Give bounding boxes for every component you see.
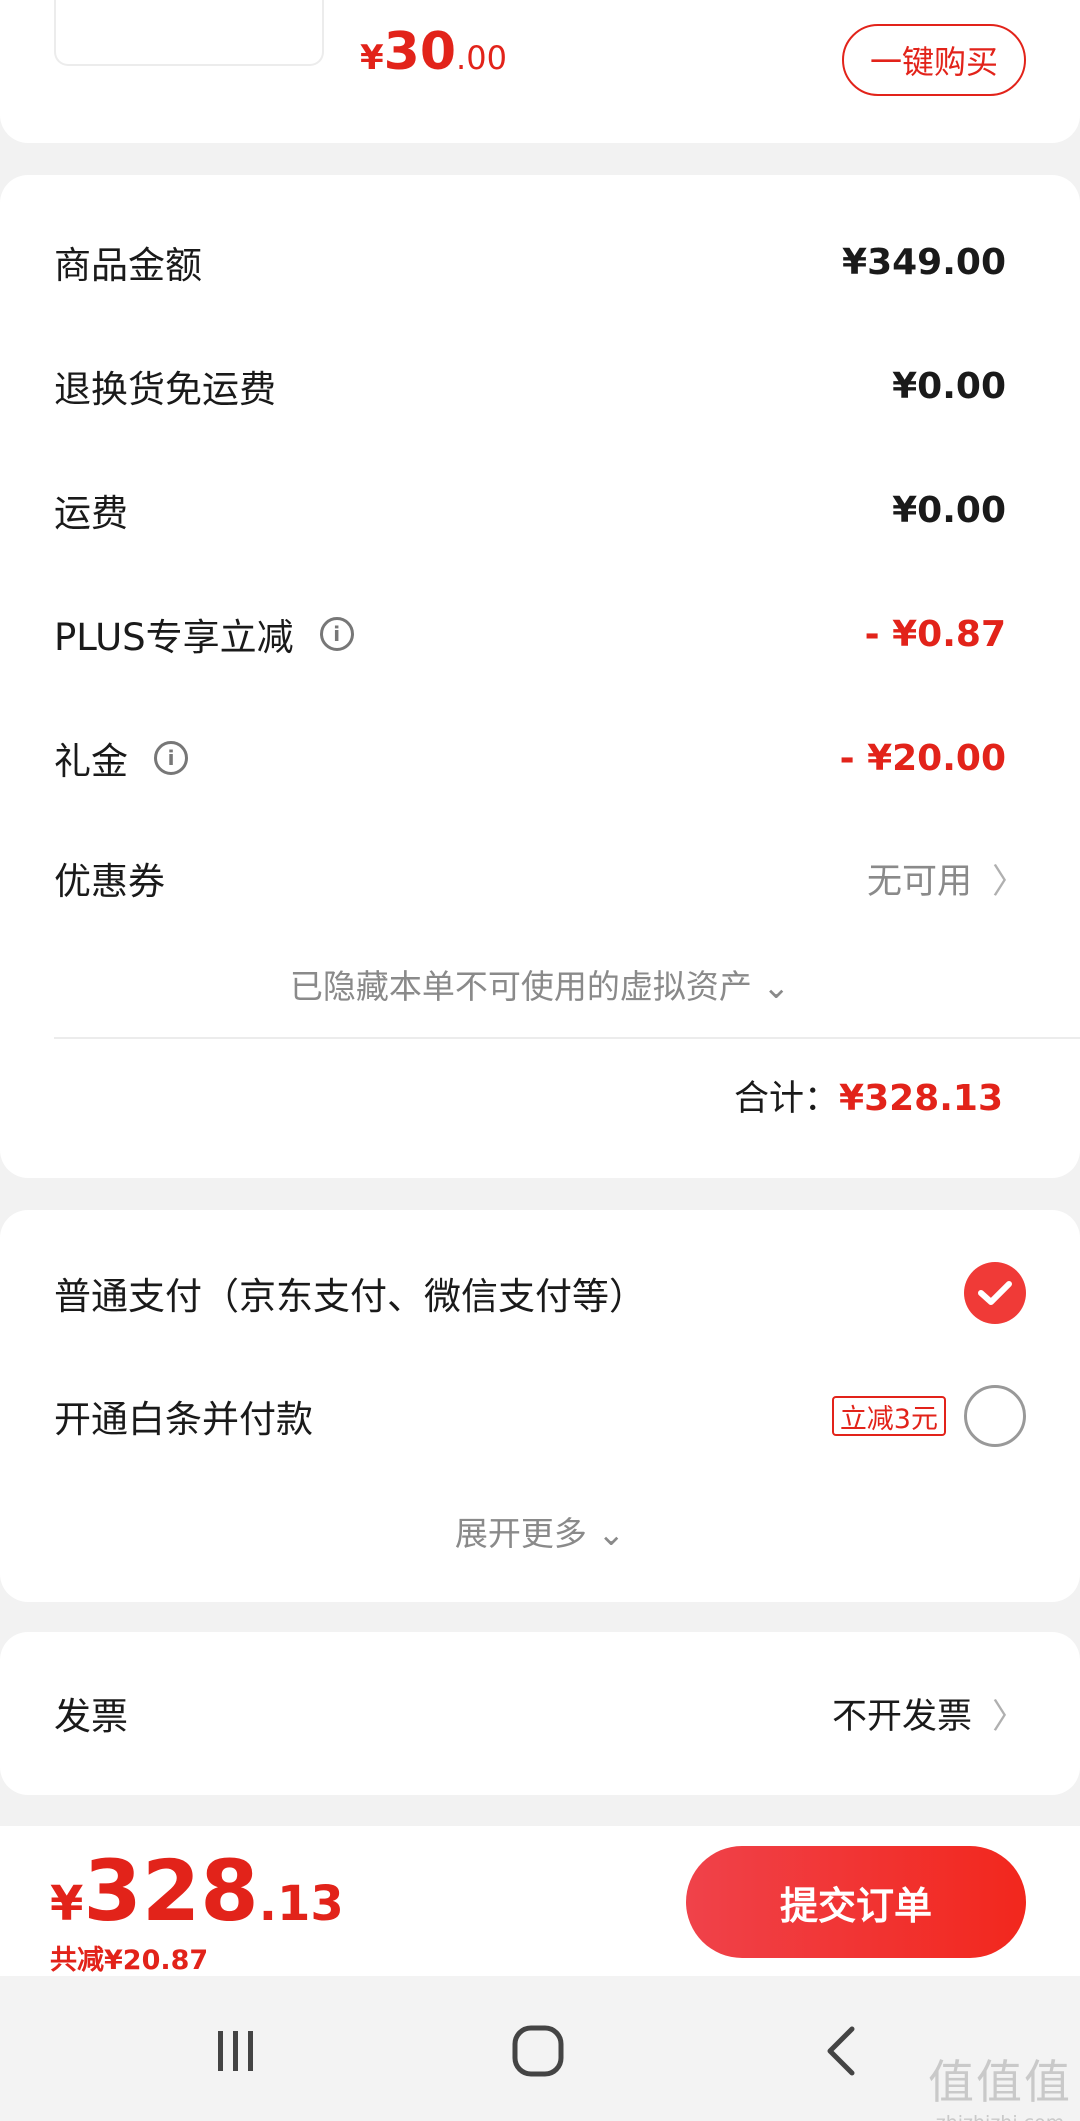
watermark-glyphs: 值值值 <box>928 2055 1072 2109</box>
system-nav-bar: 值值值 zhizhizhi.com <box>0 1976 1080 2121</box>
invoice-label: 发票 <box>54 1695 128 1738</box>
payment-option-standard[interactable]: 普通支付（京东支付、微信支付等） <box>54 1262 1026 1324</box>
total-savings: 共减¥20.87 <box>50 1945 209 1976</box>
product-price: ¥ 30 .00 <box>360 22 507 82</box>
row-value: - ¥0.87 <box>864 613 1006 655</box>
watermark-domain: zhizhizhi.com <box>928 2112 1072 2121</box>
row-value: ¥0.00 <box>892 489 1006 531</box>
total-amount: ¥328.13 <box>839 1078 1003 1119</box>
checkmark-selected-icon[interactable] <box>964 1262 1026 1324</box>
total-row: 合计： ¥328.13 <box>734 1070 1003 1121</box>
coupon-value: 无可用 〉 <box>867 853 1026 904</box>
payment-option-right: 立减3元 <box>831 1385 1026 1447</box>
invoice-status-text: 不开发票 <box>831 1696 972 1737</box>
product-card: ¥ 30 .00 一键购买 <box>0 0 1080 143</box>
coupon-label: 优惠券 <box>54 860 165 903</box>
coupon-row[interactable]: 优惠券 无可用 〉 <box>54 848 1026 908</box>
expand-more-button[interactable]: 展开更多 ⌄ <box>0 1507 1080 1555</box>
invoice-value: 不开发票 〉 <box>832 1688 1026 1739</box>
promo-badge: 立减3元 <box>831 1396 946 1436</box>
expand-more-text: 展开更多 <box>454 1514 587 1553</box>
invoice-row[interactable]: 发票 不开发票 〉 <box>54 1683 1026 1743</box>
row-label: 商品金额 <box>54 244 202 287</box>
row-label: 运费 <box>54 492 128 535</box>
price-summary-card <box>0 175 1080 1178</box>
info-icon[interactable]: i <box>319 617 354 651</box>
hidden-assets-toggle[interactable]: 已隐藏本单不可使用的虚拟资产 ⌄ <box>0 960 1080 1008</box>
hidden-assets-text: 已隐藏本单不可使用的虚拟资产 <box>289 967 752 1006</box>
submit-order-button[interactable]: 提交订单 <box>686 1846 1026 1958</box>
divider <box>54 1037 1080 1039</box>
radio-unselected-icon[interactable] <box>964 1385 1026 1447</box>
row-label: 礼金 i <box>54 731 188 785</box>
payment-option-label: 普通支付（京东支付、微信支付等） <box>54 1275 646 1318</box>
row-value: ¥349.00 <box>842 241 1006 283</box>
payment-option-label: 开通白条并付款 <box>54 1398 313 1441</box>
buy-now-button[interactable]: 一键购买 <box>842 24 1026 96</box>
row-value: - ¥20.00 <box>839 737 1006 779</box>
chevron-right-icon: 〉 <box>992 861 1026 902</box>
recent-apps-icon[interactable] <box>196 2016 276 2086</box>
total-label: 合计： <box>734 1079 840 1119</box>
row-label-text: PLUS专享立减 <box>54 616 294 659</box>
summary-row-shipping: 运费 ¥0.00 <box>54 480 1026 540</box>
coupon-status-text: 无可用 <box>866 861 972 902</box>
row-label-text: 礼金 <box>54 740 128 783</box>
row-value: ¥0.00 <box>892 365 1006 407</box>
chevron-down-icon: ⌄ <box>597 1514 626 1553</box>
summary-row-plus-discount: PLUS专享立减 i - ¥0.87 <box>54 604 1026 664</box>
info-icon[interactable]: i <box>154 741 188 775</box>
summary-row-gift-cash: 礼金 i - ¥20.00 <box>54 728 1026 788</box>
summary-row-return-shipping: 退换货免运费 ¥0.00 <box>54 356 1026 416</box>
row-label: PLUS专享立减 i <box>54 607 354 661</box>
chevron-right-icon: 〉 <box>992 1696 1026 1737</box>
summary-row-goods-amount: 商品金额 ¥349.00 <box>54 232 1026 292</box>
payment-option-baitiao[interactable]: 开通白条并付款 立减3元 <box>54 1385 1026 1447</box>
product-thumbnail[interactable] <box>54 0 324 66</box>
home-icon[interactable] <box>498 2016 578 2086</box>
watermark-logo: 值值值 zhizhizhi.com <box>928 2046 1072 2121</box>
checkout-bar: ¥ 328 .13 共减¥20.87 提交订单 <box>0 1826 1080 1976</box>
order-total-price: ¥ 328 .13 <box>50 1842 344 1940</box>
back-icon[interactable] <box>802 2016 882 2086</box>
chevron-down-icon: ⌄ <box>762 967 791 1006</box>
row-label: 退换货免运费 <box>54 368 276 411</box>
